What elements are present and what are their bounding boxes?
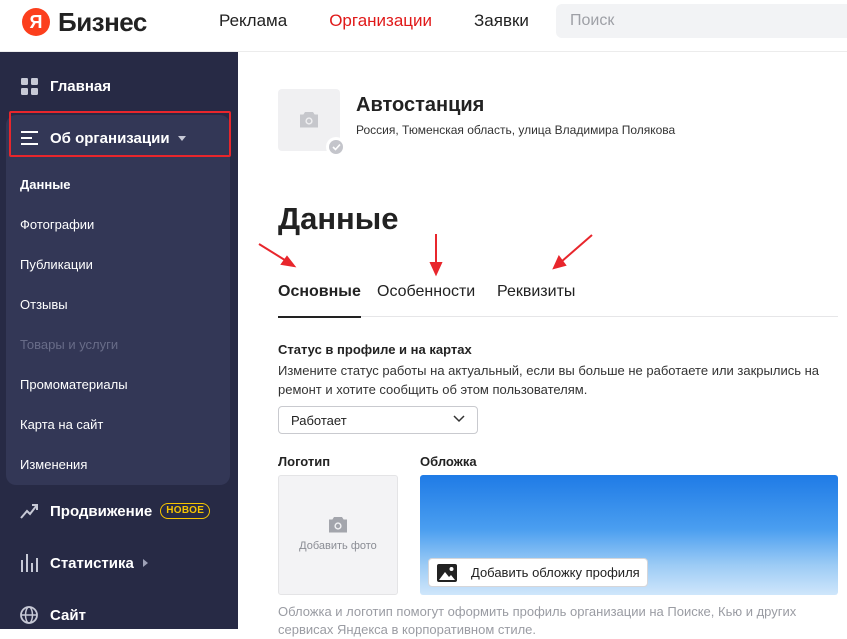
sidebar-item-statistics[interactable]: Статистика xyxy=(0,539,238,587)
yandex-business-logo[interactable]: Я Бизнес xyxy=(22,6,147,38)
top-nav: Реклама Организации Заявки xyxy=(219,10,571,32)
sidebar-item-promo-materials[interactable]: Промоматериалы xyxy=(0,366,238,402)
sidebar-item-site[interactable]: Сайт xyxy=(0,591,238,639)
nav-requests[interactable]: Заявки xyxy=(474,10,529,32)
grid-icon xyxy=(20,77,38,95)
sidebar-item-promotion[interactable]: Продвижение НОВОЕ xyxy=(0,487,238,535)
nav-ads[interactable]: Реклама xyxy=(219,10,287,32)
sidebar-item-home[interactable]: Главная xyxy=(0,62,238,110)
sidebar-item-data[interactable]: Данные xyxy=(0,166,238,202)
arrow-head-icon xyxy=(280,255,297,268)
tabs: Основные Особенности Реквизиты xyxy=(278,283,838,318)
top-bar: Я Бизнес Реклама Организации Заявки xyxy=(0,0,847,52)
logo-upload[interactable]: Добавить фото xyxy=(278,475,398,595)
yandex-logo-icon: Я xyxy=(22,8,50,36)
search-input[interactable] xyxy=(556,4,847,38)
add-cover-label: Добавить обложку профиля xyxy=(471,565,640,580)
chevron-down-icon xyxy=(453,415,465,423)
verified-check-icon xyxy=(326,137,346,157)
status-section-description: Измените статус работы на актуальный, ес… xyxy=(278,363,820,397)
sidebar-item-photos[interactable]: Фотографии xyxy=(0,206,238,242)
camera-icon xyxy=(300,112,318,128)
cover-label: Обложка xyxy=(420,454,477,469)
globe-icon xyxy=(20,606,38,624)
arrow-to-main-tab xyxy=(258,243,289,263)
org-address: Россия, Тюменская область, улица Владими… xyxy=(356,123,676,137)
annotation-highlight-box xyxy=(9,111,231,157)
logo-label: Логотип xyxy=(278,454,331,469)
status-select-value: Работает xyxy=(291,412,347,428)
status-section-title: Статус в профиле и на картах xyxy=(278,342,472,357)
tab-features[interactable]: Особенности xyxy=(377,283,475,317)
add-cover-button[interactable]: Добавить обложку профиля xyxy=(428,558,648,587)
sidebar-item-posts[interactable]: Публикации xyxy=(0,246,238,282)
sidebar-item-label: Продвижение xyxy=(50,502,153,520)
caret-right-icon xyxy=(142,559,148,567)
sidebar-item-label: Главная xyxy=(50,77,112,95)
sidebar-item-reviews[interactable]: Отзывы xyxy=(0,286,238,322)
status-select[interactable]: Работает xyxy=(278,406,478,434)
nav-organizations[interactable]: Организации xyxy=(329,10,432,32)
sidebar-item-label: Сайт xyxy=(50,606,86,624)
media-hint: Обложка и логотип помогут оформить профи… xyxy=(278,604,797,637)
image-icon xyxy=(437,563,457,582)
sidebar-item-goods: Товары и услуги xyxy=(20,336,119,352)
sidebar-item-label: Статистика xyxy=(50,554,134,572)
trend-up-icon xyxy=(20,502,38,520)
sidebar-item-map-widget[interactable]: Карта на сайт xyxy=(0,406,238,442)
camera-icon xyxy=(329,517,347,533)
logo-text: Бизнес xyxy=(58,6,147,37)
tab-requisites[interactable]: Реквизиты xyxy=(497,283,575,317)
org-name: Автостанция xyxy=(356,94,485,116)
add-photo-label: Добавить фото xyxy=(299,540,377,552)
new-badge: НОВОЕ xyxy=(160,503,211,519)
tab-main[interactable]: Основные xyxy=(278,283,361,318)
arrow-head-icon xyxy=(552,255,567,270)
arrow-head-icon xyxy=(429,262,443,277)
sidebar-item-changes[interactable]: Изменения xyxy=(0,446,238,482)
page-title: Данные xyxy=(278,201,399,236)
bar-chart-icon xyxy=(20,554,38,572)
arrow-to-requisites-tab xyxy=(560,234,593,263)
